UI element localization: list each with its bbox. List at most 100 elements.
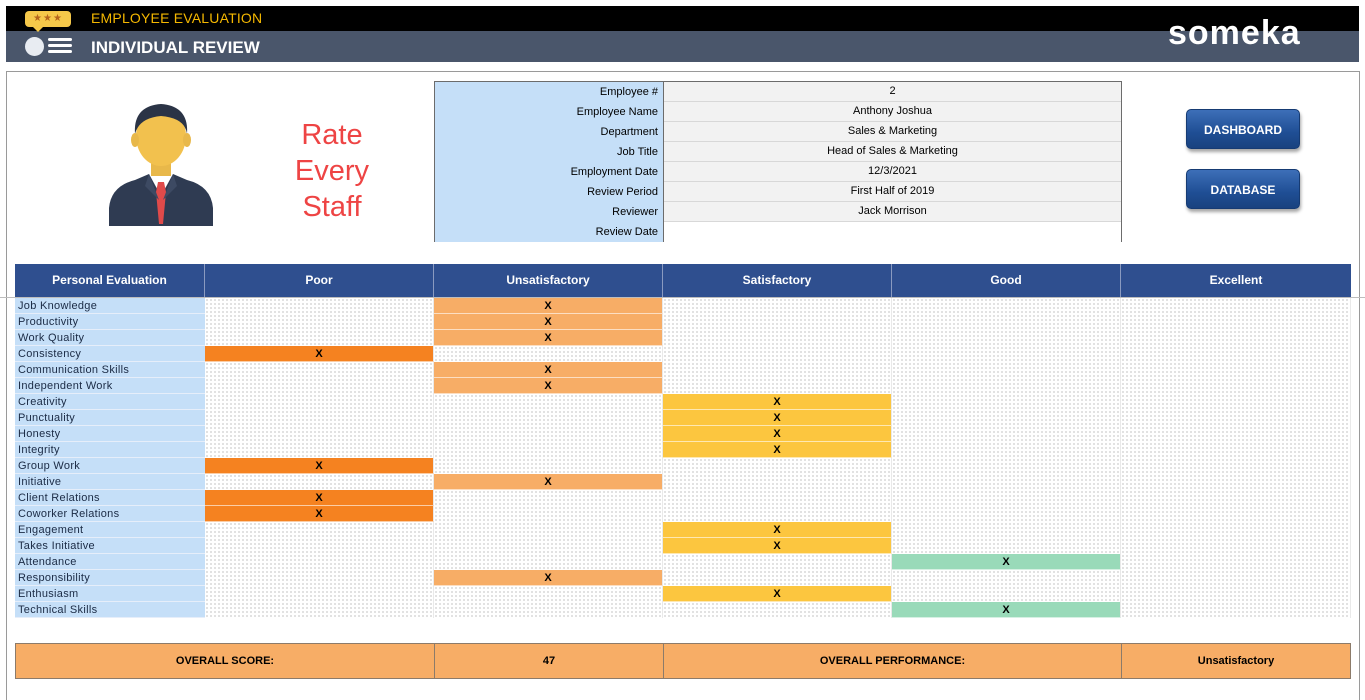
rating-cell[interactable]: [892, 314, 1121, 330]
rating-cell-selected[interactable]: X: [663, 522, 892, 538]
rating-cell[interactable]: [1121, 586, 1351, 602]
rating-cell[interactable]: [205, 362, 434, 378]
rating-cell[interactable]: [663, 474, 892, 490]
rating-cell[interactable]: [1121, 554, 1351, 570]
rating-cell-selected[interactable]: X: [663, 442, 892, 458]
rating-cell[interactable]: [663, 554, 892, 570]
rating-cell[interactable]: [892, 330, 1121, 346]
rating-cell[interactable]: [892, 362, 1121, 378]
rating-cell[interactable]: [663, 330, 892, 346]
rating-cell[interactable]: [663, 298, 892, 314]
rating-cell-selected[interactable]: X: [892, 554, 1121, 570]
rating-cell[interactable]: [663, 378, 892, 394]
rating-cell[interactable]: [205, 394, 434, 410]
info-value[interactable]: Jack Morrison: [664, 202, 1121, 222]
rating-cell-selected[interactable]: X: [434, 314, 663, 330]
rating-cell[interactable]: [434, 506, 663, 522]
rating-cell[interactable]: [1121, 458, 1351, 474]
rating-cell[interactable]: [205, 426, 434, 442]
rating-cell[interactable]: [1121, 314, 1351, 330]
rating-cell[interactable]: [663, 602, 892, 618]
rating-cell[interactable]: [205, 586, 434, 602]
rating-cell[interactable]: [1121, 330, 1351, 346]
rating-cell-selected[interactable]: X: [434, 474, 663, 490]
rating-cell[interactable]: [892, 474, 1121, 490]
rating-cell[interactable]: [663, 570, 892, 586]
rating-cell-selected[interactable]: X: [434, 378, 663, 394]
rating-cell-selected[interactable]: X: [205, 490, 434, 506]
dashboard-button[interactable]: DASHBOARD: [1186, 109, 1300, 149]
info-value[interactable]: Sales & Marketing: [664, 122, 1121, 142]
rating-cell[interactable]: [1121, 474, 1351, 490]
rating-cell[interactable]: [1121, 394, 1351, 410]
rating-cell[interactable]: [434, 346, 663, 362]
rating-cell[interactable]: [434, 602, 663, 618]
rating-cell[interactable]: [434, 458, 663, 474]
rating-cell-selected[interactable]: X: [205, 458, 434, 474]
rating-cell[interactable]: [1121, 426, 1351, 442]
rating-cell-selected[interactable]: X: [205, 346, 434, 362]
rating-cell-selected[interactable]: X: [663, 538, 892, 554]
rating-cell[interactable]: [892, 490, 1121, 506]
rating-cell[interactable]: [892, 570, 1121, 586]
rating-cell[interactable]: [1121, 378, 1351, 394]
rating-cell[interactable]: [205, 538, 434, 554]
rating-cell[interactable]: [892, 410, 1121, 426]
rating-cell[interactable]: [1121, 506, 1351, 522]
rating-cell-selected[interactable]: X: [663, 586, 892, 602]
rating-cell[interactable]: [892, 506, 1121, 522]
rating-cell[interactable]: [205, 522, 434, 538]
rating-cell[interactable]: [205, 410, 434, 426]
rating-cell[interactable]: [1121, 602, 1351, 618]
rating-cell[interactable]: [205, 298, 434, 314]
rating-cell[interactable]: [205, 378, 434, 394]
rating-cell[interactable]: [1121, 346, 1351, 362]
rating-cell[interactable]: [892, 346, 1121, 362]
rating-cell-selected[interactable]: X: [205, 506, 434, 522]
rating-cell-selected[interactable]: X: [663, 394, 892, 410]
rating-cell[interactable]: [1121, 410, 1351, 426]
rating-cell[interactable]: [663, 314, 892, 330]
rating-cell[interactable]: [1121, 538, 1351, 554]
info-value[interactable]: Anthony Joshua: [664, 102, 1121, 122]
rating-cell[interactable]: [892, 378, 1121, 394]
rating-cell[interactable]: [892, 394, 1121, 410]
database-button[interactable]: DATABASE: [1186, 169, 1300, 209]
rating-cell[interactable]: [434, 442, 663, 458]
rating-cell[interactable]: [1121, 442, 1351, 458]
rating-cell[interactable]: [434, 394, 663, 410]
rating-cell[interactable]: [892, 426, 1121, 442]
rating-cell[interactable]: [1121, 298, 1351, 314]
rating-cell-selected[interactable]: X: [663, 426, 892, 442]
info-value[interactable]: 12/3/2021: [664, 162, 1121, 182]
info-value[interactable]: [664, 222, 1121, 242]
rating-cell[interactable]: [434, 410, 663, 426]
rating-cell-selected[interactable]: X: [434, 362, 663, 378]
rating-cell[interactable]: [663, 458, 892, 474]
rating-cell[interactable]: [892, 442, 1121, 458]
rating-cell[interactable]: [205, 314, 434, 330]
rating-cell[interactable]: [434, 522, 663, 538]
rating-cell[interactable]: [892, 586, 1121, 602]
rating-cell[interactable]: [892, 522, 1121, 538]
rating-cell[interactable]: [205, 442, 434, 458]
rating-cell[interactable]: [1121, 490, 1351, 506]
rating-cell-selected[interactable]: X: [434, 330, 663, 346]
rating-cell-selected[interactable]: X: [434, 570, 663, 586]
rating-cell[interactable]: [1121, 570, 1351, 586]
rating-cell[interactable]: [663, 490, 892, 506]
info-value[interactable]: 2: [664, 82, 1121, 102]
rating-cell[interactable]: [205, 570, 434, 586]
rating-cell[interactable]: [205, 474, 434, 490]
rating-cell-selected[interactable]: X: [663, 410, 892, 426]
rating-cell-selected[interactable]: X: [892, 602, 1121, 618]
rating-cell[interactable]: [663, 506, 892, 522]
rating-cell[interactable]: [434, 426, 663, 442]
rating-cell[interactable]: [1121, 362, 1351, 378]
rating-cell[interactable]: [892, 538, 1121, 554]
rating-cell[interactable]: [205, 602, 434, 618]
rating-cell[interactable]: [892, 298, 1121, 314]
rating-cell-selected[interactable]: X: [434, 298, 663, 314]
rating-cell[interactable]: [892, 458, 1121, 474]
rating-cell[interactable]: [663, 346, 892, 362]
